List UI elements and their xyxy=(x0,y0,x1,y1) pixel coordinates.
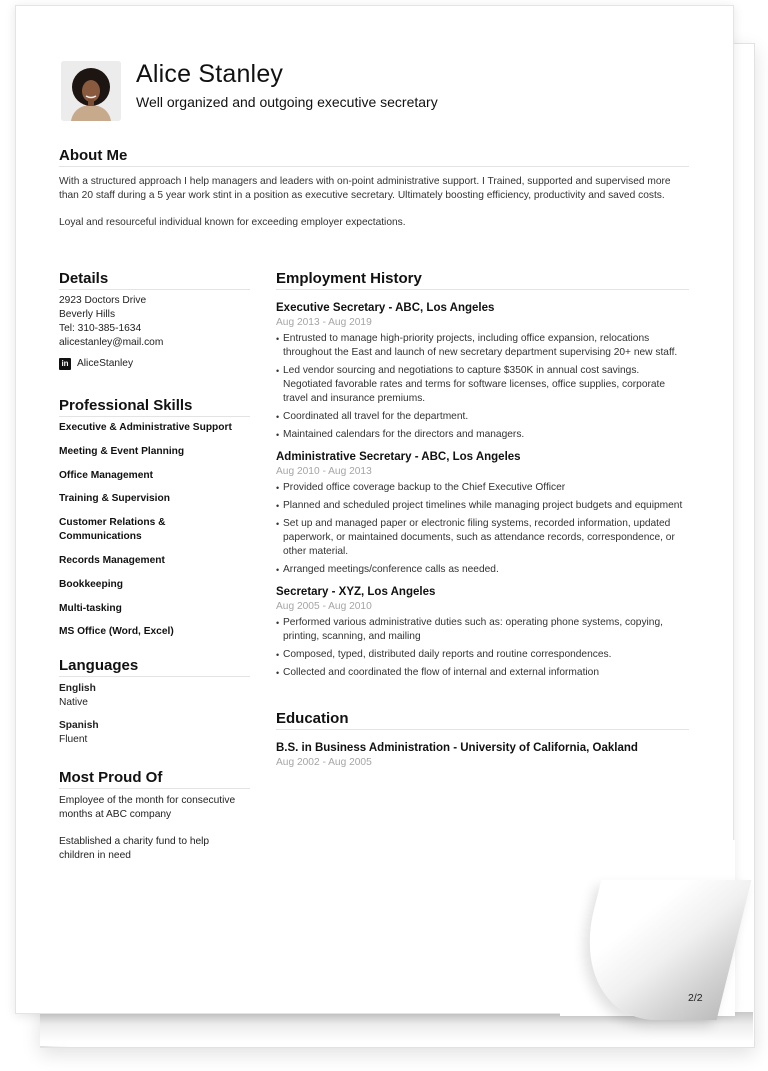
job-title: Secretary - XYZ, Los Angeles xyxy=(276,586,436,598)
address-line-1: 2923 Doctors Drive xyxy=(59,295,147,306)
job-dates: Aug 2005 - Aug 2010 xyxy=(276,601,372,612)
languages-section: Languages English Native Spanish Fluent xyxy=(59,657,250,747)
skill-item: Training & Supervision xyxy=(59,493,170,505)
about-heading: About Me xyxy=(59,147,689,167)
linkedin-handle: AliceStanley xyxy=(77,358,134,369)
skill-item: Office Management xyxy=(59,469,153,481)
job-bullet: Led vendor sourcing and negotiations to … xyxy=(276,364,689,406)
job-dates: Aug 2010 - Aug 2013 xyxy=(276,466,372,477)
language-item: Spanish Fluent xyxy=(59,719,250,747)
about-paragraph: With a structured approach I help manage… xyxy=(59,176,671,201)
skills-section: Professional Skills Executive & Administ… xyxy=(59,397,250,639)
profile-photo xyxy=(61,61,121,121)
about-section: About Me With a structured approach I he… xyxy=(59,147,689,230)
details-section: Details 2923 Doctors Drive Beverly Hills… xyxy=(59,270,250,371)
skill-item: Executive & Administrative Support xyxy=(59,422,232,433)
language-name: English xyxy=(59,683,96,695)
linkedin-link[interactable]: in AliceStanley xyxy=(59,357,250,371)
job-bullet: Maintained calendars for the directors a… xyxy=(276,428,689,442)
proud-item: Employee of the month for consecutive mo… xyxy=(59,795,236,821)
job-bullet: Provided office coverage backup to the C… xyxy=(276,481,689,495)
employment-heading: Employment History xyxy=(276,270,689,290)
portrait-image-icon xyxy=(61,61,121,121)
right-column: Employment History Executive Secretary -… xyxy=(276,270,689,769)
candidate-name: Alice Stanley xyxy=(136,60,284,88)
job-entry: Secretary - XYZ, Los Angeles Aug 2005 - … xyxy=(276,585,689,680)
about-paragraph: Loyal and resourceful individual known f… xyxy=(59,217,406,228)
job-entry: Administrative Secretary - ABC, Los Ange… xyxy=(276,450,689,577)
proud-section: Most Proud Of Employee of the month for … xyxy=(59,769,250,863)
job-dates: Aug 2013 - Aug 2019 xyxy=(276,317,372,328)
proud-item: Established a charity fund to help child… xyxy=(59,836,210,862)
email-address[interactable]: alicestanley@mail.com xyxy=(59,336,250,350)
skill-item: MS Office (Word, Excel) xyxy=(59,626,174,638)
degree-title: B.S. in Business Administration - Univer… xyxy=(276,742,638,754)
degree-dates: Aug 2002 - Aug 2005 xyxy=(276,757,372,768)
job-bullet: Set up and managed paper or electronic f… xyxy=(276,517,689,559)
left-column: Details 2923 Doctors Drive Beverly Hills… xyxy=(59,270,250,863)
job-title: Administrative Secretary - ABC, Los Ange… xyxy=(276,451,521,463)
job-bullet: Entrusted to manage high-priority projec… xyxy=(276,332,689,360)
language-level: Fluent xyxy=(59,734,88,746)
education-entry: B.S. in Business Administration - Univer… xyxy=(276,741,689,769)
skill-item: Meeting & Event Planning xyxy=(59,445,185,457)
job-bullet: Coordinated all travel for the departmen… xyxy=(276,410,689,424)
job-bullet: Collected and coordinated the flow of in… xyxy=(276,666,689,680)
page-number: 2/2 xyxy=(688,992,703,1004)
skill-item: Multi-tasking xyxy=(59,602,122,614)
skill-item: Customer Relations & Communications xyxy=(59,517,166,543)
job-bullet: Arranged meetings/conference calls as ne… xyxy=(276,563,689,577)
employment-section: Employment History Executive Secretary -… xyxy=(276,270,689,680)
language-name: Spanish xyxy=(59,720,99,732)
details-heading: Details xyxy=(59,270,250,290)
job-bullet: Planned and scheduled project timelines … xyxy=(276,499,689,513)
candidate-headline: Well organized and outgoing executive se… xyxy=(136,94,438,110)
job-bullet: Performed various administrative duties … xyxy=(276,616,689,644)
job-bullet: Composed, typed, distributed daily repor… xyxy=(276,648,689,662)
phone-number: Tel: 310-385-1634 xyxy=(59,323,142,334)
education-heading: Education xyxy=(276,710,689,730)
skills-heading: Professional Skills xyxy=(59,397,250,417)
proud-heading: Most Proud Of xyxy=(59,769,250,790)
skill-item: Bookkeeping xyxy=(59,578,123,590)
languages-heading: Languages xyxy=(59,657,250,678)
skill-item: Records Management xyxy=(59,554,165,566)
language-item: English Native xyxy=(59,682,250,710)
address-line-2: Beverly Hills xyxy=(59,309,116,320)
linkedin-icon: in xyxy=(59,358,71,370)
job-entry: Executive Secretary - ABC, Los Angeles A… xyxy=(276,301,689,442)
education-section: Education B.S. in Business Administratio… xyxy=(276,710,689,769)
job-title: Executive Secretary - ABC, Los Angeles xyxy=(276,302,495,314)
language-level: Native xyxy=(59,697,88,709)
